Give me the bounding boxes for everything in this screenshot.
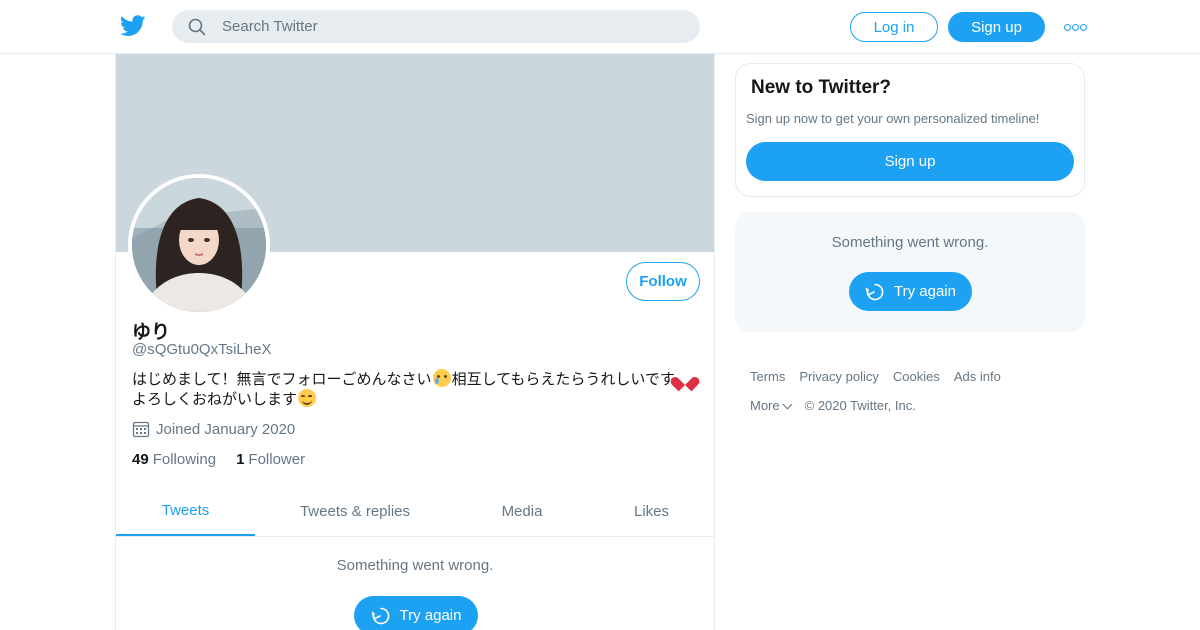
joined-text: Joined January 2020 xyxy=(156,420,296,438)
refresh-icon xyxy=(371,607,389,624)
sidebar-retry-button[interactable]: Try again xyxy=(849,272,972,311)
avatar[interactable] xyxy=(128,174,270,316)
footer-link-privacy[interactable]: Privacy policy xyxy=(799,369,878,384)
calendar-icon xyxy=(132,421,150,438)
login-button[interactable]: Log in xyxy=(850,12,938,42)
new-to-twitter-card: New to Twitter? Sign up now to get your … xyxy=(735,63,1085,197)
followers-count: 1 xyxy=(236,451,245,468)
signup-button[interactable]: Sign up xyxy=(948,12,1045,42)
profile-bio: はじめまして！無言でフォローごめんなさい 相互してもらえたらうれしいですよろしくお… xyxy=(132,369,702,409)
top-bar: Log in Sign up xyxy=(0,0,1200,54)
search-icon xyxy=(188,18,206,36)
display-name: ゆり xyxy=(132,321,171,343)
more-icon[interactable] xyxy=(1063,18,1087,36)
tab-likes[interactable]: Likes xyxy=(589,486,714,536)
search-box[interactable] xyxy=(172,10,700,43)
footer-link-cookies[interactable]: Cookies xyxy=(893,369,940,384)
following-label: Following xyxy=(152,451,217,468)
timeline-retry-button[interactable]: Try again xyxy=(354,596,478,630)
footer-row-2: More © 2020 Twitter, Inc. xyxy=(750,391,1080,420)
footer-links: Terms Privacy policy Cookies Ads info xyxy=(750,362,1080,391)
following-count: 49 xyxy=(132,451,149,468)
search-input[interactable] xyxy=(222,10,682,43)
followers-stat[interactable]: 1 Follower xyxy=(236,451,305,468)
bio-text-2: 相互してもらえたらうれしいです xyxy=(451,370,675,388)
bio-text-1: はじめまして！無言でフォローごめんなさい xyxy=(132,370,432,388)
refresh-icon xyxy=(865,283,884,300)
new-card-subtitle: Sign up now to get your own personalized… xyxy=(746,111,1040,126)
bio-text-3: よろしくおねがいします xyxy=(132,390,298,408)
sidebar-error-card: Something went wrong. Try again xyxy=(735,212,1085,332)
follow-button[interactable]: Follow xyxy=(626,262,700,301)
tab-tweets-replies[interactable]: Tweets & replies xyxy=(255,486,455,536)
heart-emoji xyxy=(676,369,694,387)
twitter-bird-icon[interactable] xyxy=(120,14,146,38)
crying-face-emoji xyxy=(432,369,451,387)
sidebar-footer: Terms Privacy policy Cookies Ads info Mo… xyxy=(750,362,1080,420)
tab-tweets[interactable]: Tweets xyxy=(116,486,255,536)
joined-date: Joined January 2020 xyxy=(132,420,295,438)
smiling-face-emoji xyxy=(298,389,317,407)
new-card-title: New to Twitter? xyxy=(751,77,892,98)
avatar-image xyxy=(132,178,266,312)
footer-more-button[interactable]: More xyxy=(750,398,793,413)
sidebar-signup-button[interactable]: Sign up xyxy=(746,142,1074,181)
timeline-error-text: Something went wrong. xyxy=(336,557,494,574)
profile-column: Follow ゆり @sQGtu0QxTsiLheX はじめまして！無言でフォロ… xyxy=(115,54,715,630)
timeline-retry-label: Try again xyxy=(399,607,462,624)
tab-media[interactable]: Media xyxy=(455,486,589,536)
chevron-down-icon xyxy=(782,399,793,410)
follow-stats: 49 Following 1 Follower xyxy=(132,451,325,468)
sidebar-error-text: Something went wrong. xyxy=(831,234,989,251)
following-stat[interactable]: 49 Following xyxy=(132,451,216,468)
sidebar-retry-label: Try again xyxy=(894,283,956,300)
footer-link-terms[interactable]: Terms xyxy=(750,369,785,384)
username-handle[interactable]: @sQGtu0QxTsiLheX xyxy=(132,341,271,358)
footer-more-label: More xyxy=(750,398,780,413)
footer-link-ads-info[interactable]: Ads info xyxy=(954,369,1001,384)
profile-tabs: Tweets Tweets & replies Media Likes xyxy=(116,486,714,537)
footer-copyright: © 2020 Twitter, Inc. xyxy=(804,398,916,413)
followers-label: Follower xyxy=(248,451,306,468)
